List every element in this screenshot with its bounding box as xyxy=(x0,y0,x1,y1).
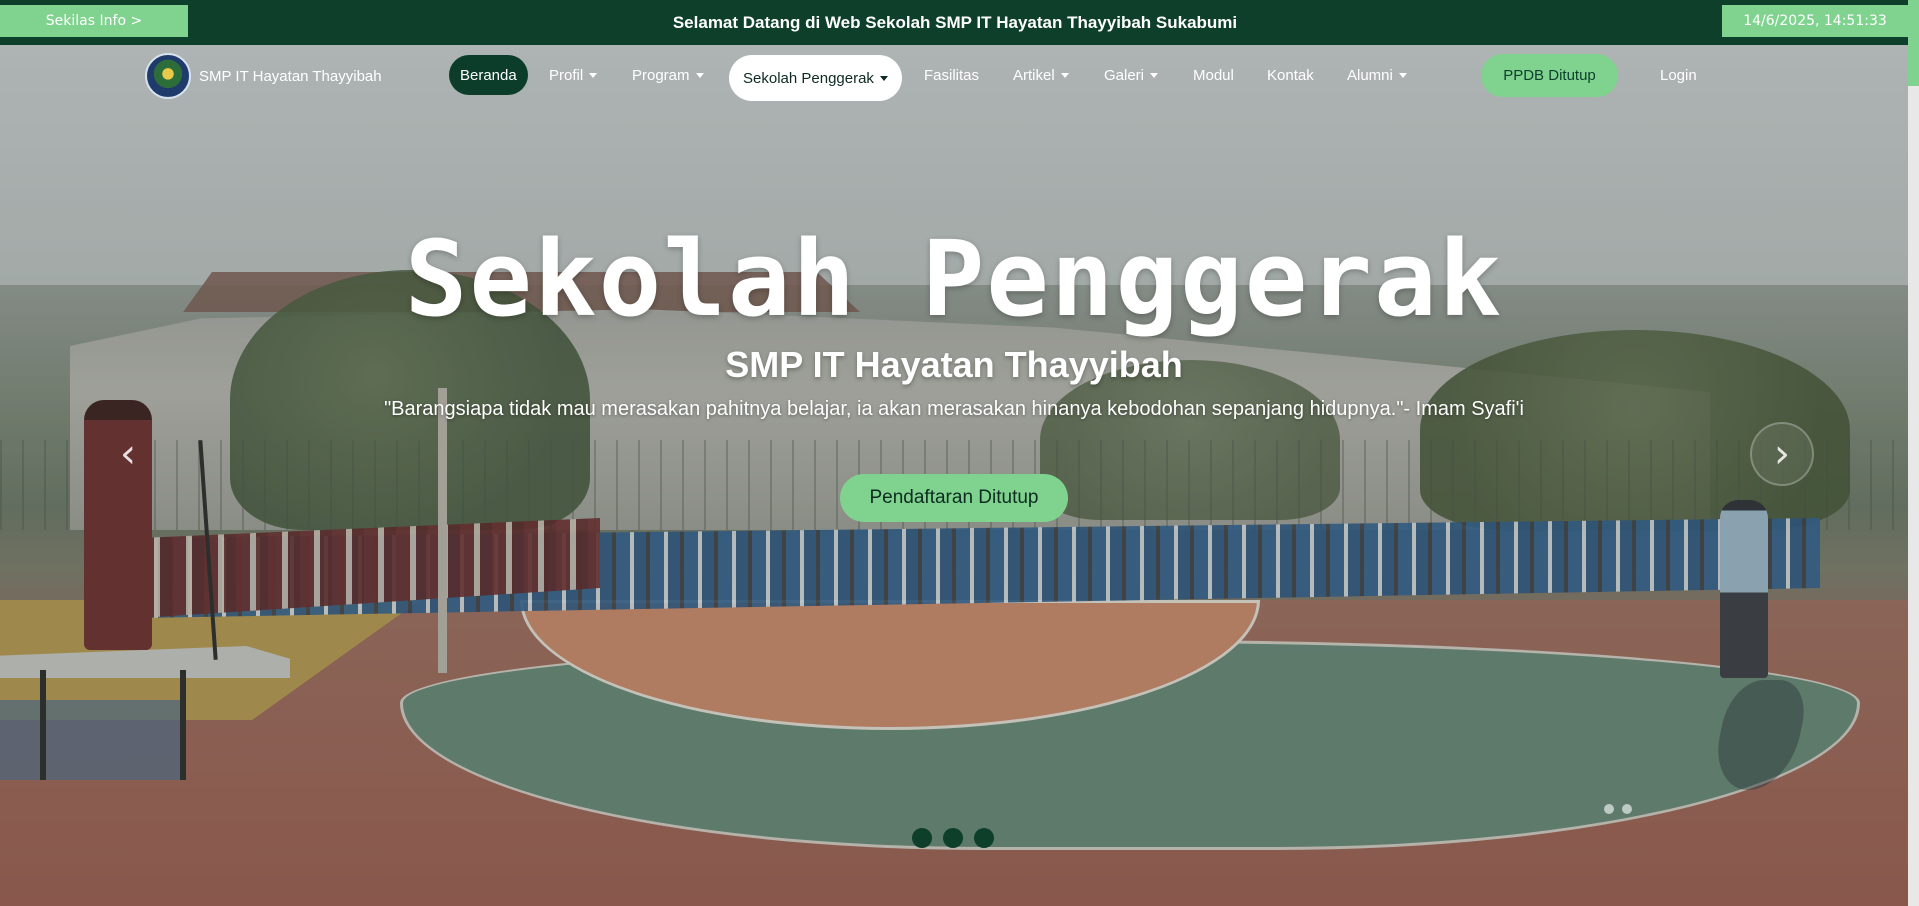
carousel-next-button[interactable]: › xyxy=(1750,422,1814,486)
datetime-clock: 14/6/2025, 14:51:33 xyxy=(1722,5,1908,37)
mini-dot xyxy=(1604,804,1614,814)
scrollbar-thumb[interactable] xyxy=(1908,0,1919,86)
brand-name: SMP IT Hayatan Thayyibah xyxy=(199,67,382,85)
chevron-down-icon xyxy=(1150,72,1159,78)
carousel-indicator[interactable] xyxy=(974,828,994,848)
chevron-down-icon xyxy=(879,75,888,81)
nav-beranda[interactable]: Beranda xyxy=(449,55,528,95)
chevron-down-icon xyxy=(695,72,704,78)
nav-modul[interactable]: Modul xyxy=(1183,55,1244,95)
chevron-down-icon xyxy=(1060,72,1069,78)
hero-quote: "Barangsiapa tidak mau merasakan pahitny… xyxy=(384,398,1524,420)
page-scrollbar[interactable] xyxy=(1908,0,1919,906)
nav-label: Artikel xyxy=(1013,66,1055,84)
carousel-indicator[interactable] xyxy=(943,828,963,848)
nav-label: Program xyxy=(632,66,690,84)
chevron-left-icon: ‹ xyxy=(120,431,136,477)
sekilas-info-button[interactable]: Sekilas Info > xyxy=(0,5,188,37)
nav-label: Fasilitas xyxy=(924,66,980,84)
nav-fasilitas[interactable]: Fasilitas xyxy=(914,55,989,95)
welcome-marquee: Selamat Datang di Web Sekolah SMP IT Hay… xyxy=(672,12,1238,32)
ppdb-button[interactable]: PPDB Ditutup xyxy=(1481,54,1618,97)
nav-alumni[interactable]: Alumni xyxy=(1337,55,1417,95)
nav-galeri[interactable]: Galeri xyxy=(1094,55,1168,95)
nav-sekolah-penggerak[interactable]: Sekolah Penggerak xyxy=(729,55,902,101)
carousel-prev-button[interactable]: ‹ xyxy=(96,422,160,486)
chevron-down-icon xyxy=(589,72,598,78)
hero-overlay xyxy=(0,0,1908,906)
chevron-down-icon xyxy=(1398,72,1407,78)
school-logo xyxy=(145,53,191,99)
hero-background-image xyxy=(0,0,1908,906)
hero-title: Sekolah Penggerak xyxy=(404,218,1504,340)
nav-label: Beranda xyxy=(460,66,517,84)
nav-label: Alumni xyxy=(1347,66,1393,84)
login-link[interactable]: Login xyxy=(1660,55,1697,95)
nav-label: Modul xyxy=(1193,66,1234,84)
nav-label: Profil xyxy=(549,66,584,84)
nav-profil[interactable]: Profil xyxy=(539,55,607,95)
hero-subtitle: SMP IT Hayatan Thayyibah xyxy=(725,344,1183,385)
photo-mini-dots xyxy=(1604,804,1632,814)
nav-kontak[interactable]: Kontak xyxy=(1257,55,1324,95)
navbar: SMP IT Hayatan Thayyibah Beranda Profil … xyxy=(0,45,1908,109)
carousel-indicators xyxy=(912,828,994,848)
nav-label: Galeri xyxy=(1104,66,1145,84)
brand[interactable]: SMP IT Hayatan Thayyibah xyxy=(145,53,382,99)
nav-label: Kontak xyxy=(1267,66,1314,84)
mini-dot xyxy=(1622,804,1632,814)
registration-closed-button[interactable]: Pendaftaran Ditutup xyxy=(840,474,1068,522)
top-info-bar: Sekilas Info > Selamat Datang di Web Sek… xyxy=(0,0,1908,45)
nav-label: Sekolah Penggerak xyxy=(743,69,874,87)
carousel-indicator[interactable] xyxy=(912,828,932,848)
nav-program[interactable]: Program xyxy=(622,55,714,95)
chevron-right-icon: › xyxy=(1774,431,1790,477)
nav-artikel[interactable]: Artikel xyxy=(1003,55,1079,95)
